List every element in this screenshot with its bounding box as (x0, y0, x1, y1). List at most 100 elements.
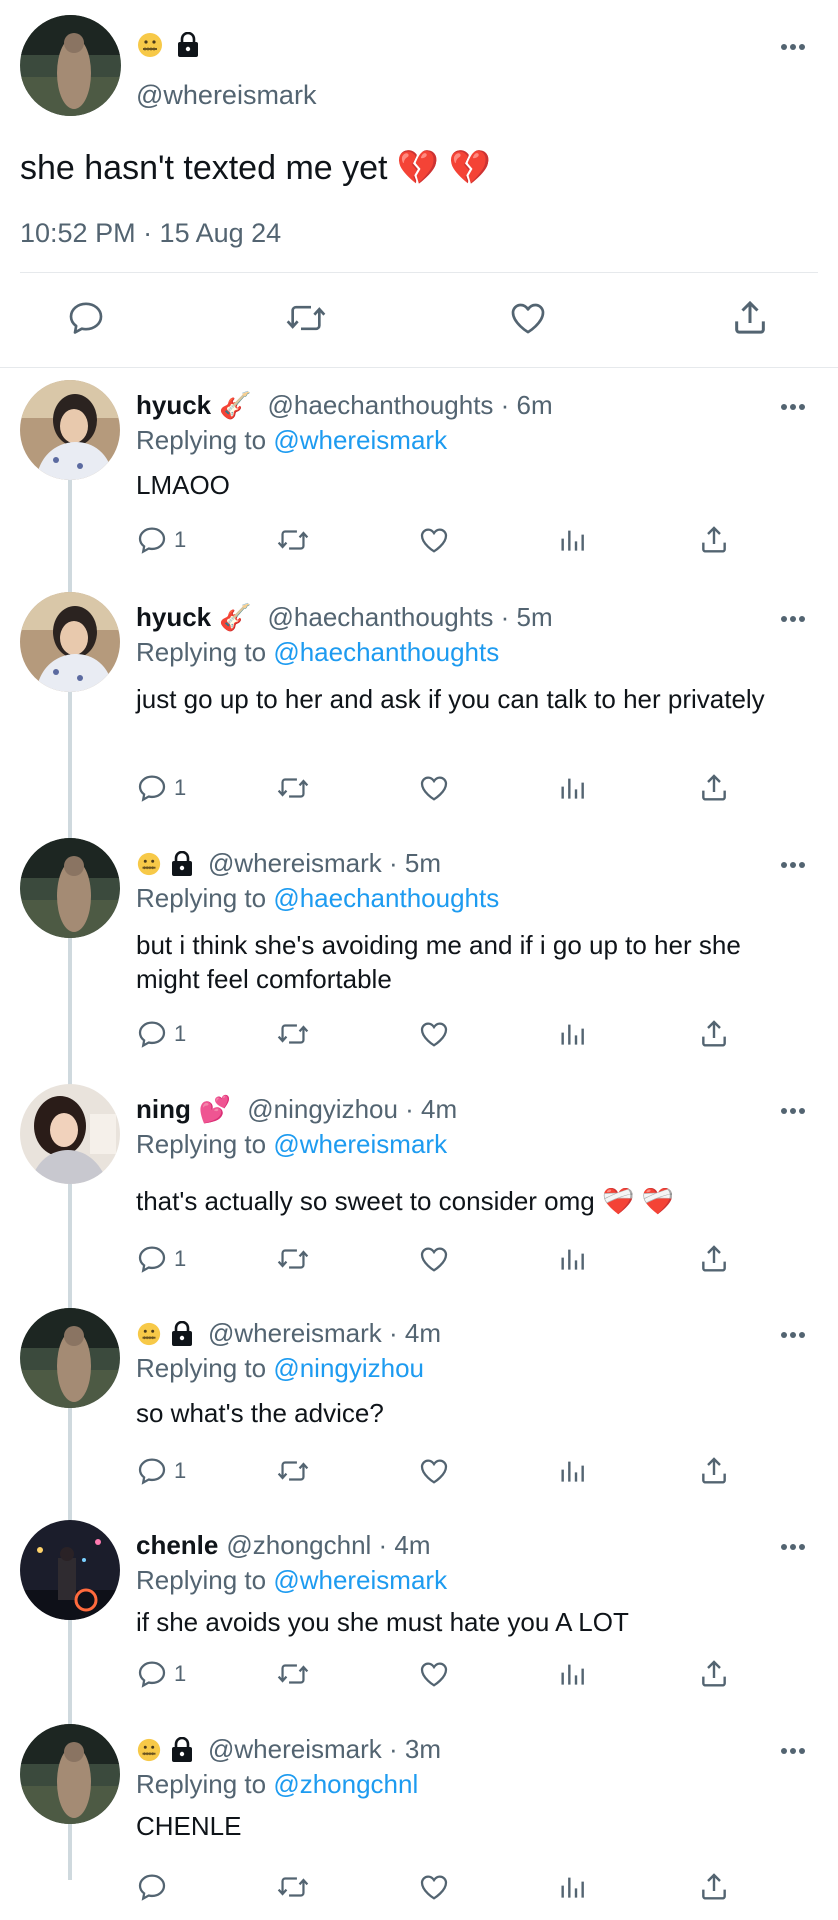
like-button[interactable] (506, 296, 550, 340)
avatar[interactable] (20, 1084, 120, 1184)
more-dots-icon[interactable] (780, 856, 806, 874)
reply-header: ning 💕 @ningyizhou · 4m (136, 1094, 457, 1125)
like-button[interactable] (418, 1453, 450, 1489)
share-button[interactable] (698, 1241, 730, 1277)
reply-button[interactable] (64, 296, 108, 340)
heart-icon (420, 1022, 448, 1047)
reply-tweet[interactable]: @whereismark · 5m Replying to @haechanth… (0, 838, 838, 1083)
replying-to-link[interactable]: @zhongchnl (273, 1769, 418, 1799)
avatar[interactable] (20, 838, 120, 938)
share-button[interactable] (698, 522, 730, 558)
more-dots-icon[interactable] (780, 1102, 806, 1120)
reply-tweet[interactable]: ning 💕 @ningyizhou · 4m Replying to @whe… (0, 1084, 838, 1306)
replying-to-link[interactable]: @haechanthoughts (273, 883, 499, 913)
more-dots-icon[interactable] (780, 1326, 806, 1344)
avatar[interactable] (20, 15, 121, 116)
retweet-button[interactable] (276, 1869, 310, 1905)
views-button[interactable] (556, 1869, 588, 1905)
reply-tweet[interactable]: hyuck 🎸 @haechanthoughts · 5m Replying t… (0, 592, 838, 837)
reply-button[interactable]: 1 (136, 1656, 186, 1692)
replying-to-link[interactable]: @ningyizhou (273, 1353, 424, 1383)
reply-tweet[interactable]: chenle @zhongchnl · 4m Replying to @wher… (0, 1520, 838, 1730)
views-button[interactable] (556, 1656, 588, 1692)
heart-icon (420, 776, 448, 801)
display-name[interactable]: chenle (136, 1530, 218, 1561)
reply-text: that's actually so sweet to consider omg… (136, 1186, 674, 1216)
reply-button[interactable]: 1 (136, 1241, 186, 1277)
avatar[interactable] (20, 592, 120, 692)
reply-button[interactable]: 1 (136, 1016, 186, 1052)
share-button[interactable] (698, 770, 730, 806)
more-dots-icon[interactable] (780, 1742, 806, 1760)
views-button[interactable] (556, 1241, 588, 1277)
share-button[interactable] (698, 1869, 730, 1905)
reply-button[interactable]: 1 (136, 522, 186, 558)
retweet-button[interactable] (276, 770, 310, 806)
reply-tweet[interactable]: @whereismark · 3m Replying to @zhongchnl… (0, 1724, 838, 1920)
retweet-button[interactable] (276, 1016, 310, 1052)
retweet-button[interactable] (276, 1453, 310, 1489)
like-button[interactable] (418, 1869, 450, 1905)
reply-text: if she avoids you she must hate you A LO… (136, 1607, 629, 1637)
more-dots-icon[interactable] (780, 398, 806, 416)
retweet-button[interactable] (276, 1656, 310, 1692)
retweet-button[interactable] (276, 1241, 310, 1277)
replying-to-link[interactable]: @whereismark (273, 1565, 447, 1595)
more-dots-icon[interactable] (780, 1538, 806, 1556)
views-button[interactable] (556, 1453, 588, 1489)
share-icon (735, 300, 765, 334)
like-button[interactable] (418, 1016, 450, 1052)
share-button[interactable] (698, 1453, 730, 1489)
reply-button[interactable] (136, 1869, 174, 1905)
handle[interactable]: @whereismark · 5m (208, 848, 441, 879)
more-dots-icon[interactable] (780, 38, 806, 56)
main-handle[interactable]: @whereismark (136, 80, 316, 111)
reply-tweet[interactable]: hyuck 🎸 @haechanthoughts · 6m Replying t… (0, 380, 838, 590)
reply-actions: 1 (136, 770, 736, 806)
replying-prefix: Replying to (136, 1769, 267, 1799)
display-name[interactable]: hyuck (136, 602, 211, 633)
display-name[interactable]: hyuck (136, 390, 211, 421)
heart-icon (420, 1459, 448, 1484)
share-button[interactable] (728, 296, 772, 340)
retweet-button[interactable] (284, 296, 328, 340)
display-name[interactable]: ning (136, 1094, 191, 1125)
like-button[interactable] (418, 522, 450, 558)
like-button[interactable] (418, 1656, 450, 1692)
avatar[interactable] (20, 1308, 120, 1408)
like-button[interactable] (418, 1241, 450, 1277)
retweet-button[interactable] (276, 522, 310, 558)
reply-actions (136, 1869, 736, 1905)
handle[interactable]: @haechanthoughts · 6m (268, 390, 553, 421)
share-icon (702, 1457, 726, 1484)
avatar[interactable] (20, 1520, 120, 1620)
reply-button[interactable]: 1 (136, 1453, 186, 1489)
handle[interactable]: @haechanthoughts · 5m (268, 602, 553, 633)
reply-count: 1 (174, 527, 187, 552)
share-button[interactable] (698, 1656, 730, 1692)
reply-count: 1 (174, 1661, 187, 1686)
bar-chart-icon (561, 1249, 584, 1270)
handle[interactable]: @zhongchnl · 4m (226, 1530, 430, 1561)
heart-icon (420, 1662, 448, 1687)
retweet-icon (286, 305, 326, 331)
replying-to: Replying to @whereismark (136, 1129, 447, 1160)
tweet-timestamp[interactable]: 10:52 PM · 15 Aug 24 (20, 218, 281, 249)
views-button[interactable] (556, 522, 588, 558)
like-button[interactable] (418, 770, 450, 806)
avatar[interactable] (20, 1724, 120, 1824)
share-button[interactable] (698, 1016, 730, 1052)
replying-to-link[interactable]: @haechanthoughts (273, 637, 499, 667)
replying-to-link[interactable]: @whereismark (273, 425, 447, 455)
views-button[interactable] (556, 1016, 588, 1052)
handle[interactable]: @whereismark · 3m (208, 1734, 441, 1765)
avatar[interactable] (20, 380, 120, 480)
handle[interactable]: @whereismark · 4m (208, 1318, 441, 1349)
reply-button[interactable]: 1 (136, 770, 186, 806)
bar-chart-icon (561, 1024, 584, 1045)
handle[interactable]: @ningyizhou · 4m (247, 1094, 457, 1125)
replying-to-link[interactable]: @whereismark (273, 1129, 447, 1159)
views-button[interactable] (556, 770, 588, 806)
more-dots-icon[interactable] (780, 610, 806, 628)
reply-tweet[interactable]: @whereismark · 4m Replying to @ningyizho… (0, 1308, 838, 1520)
